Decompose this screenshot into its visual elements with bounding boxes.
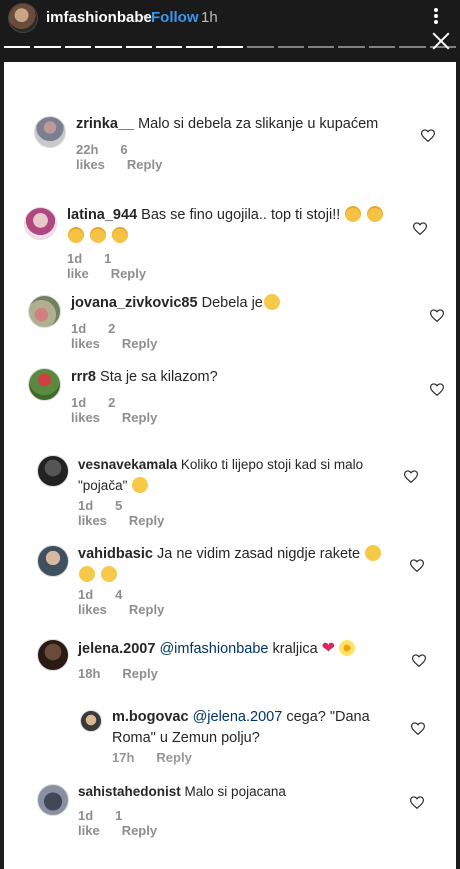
avatar[interactable] bbox=[28, 368, 61, 401]
like-heart-icon[interactable] bbox=[410, 796, 424, 809]
like-heart-icon[interactable] bbox=[411, 722, 425, 735]
comment-time: 17h bbox=[112, 750, 135, 765]
comment-username[interactable]: rrr8 bbox=[71, 369, 96, 385]
reply-button[interactable]: Reply bbox=[111, 266, 146, 281]
comment-username[interactable]: sahistahedonist bbox=[78, 784, 181, 799]
reply-button[interactable]: Reply bbox=[127, 157, 162, 172]
reply-button[interactable]: Reply bbox=[122, 666, 157, 681]
comment-time: 1d bbox=[71, 321, 87, 336]
progress-segment bbox=[186, 46, 213, 48]
comment-username[interactable]: vahidbasic bbox=[78, 546, 153, 562]
progress-segment bbox=[277, 46, 305, 48]
heart-eyes-cat-emoji bbox=[68, 227, 84, 243]
red-heart-emoji: ❤ bbox=[321, 640, 336, 657]
comments-screenshot: zrinka__ Malo si debela za slikanje u ku… bbox=[4, 62, 456, 869]
like-heart-icon[interactable] bbox=[430, 309, 444, 322]
comment-text: Debela je bbox=[201, 295, 263, 311]
like-heart-icon[interactable] bbox=[412, 654, 426, 667]
bottom-fade-overlay bbox=[4, 752, 456, 869]
reply-button[interactable]: Reply bbox=[122, 823, 157, 838]
story-time: 1h bbox=[201, 9, 218, 26]
comment-time: 18h bbox=[78, 666, 101, 681]
comment-time: 1d bbox=[78, 587, 94, 602]
smile-emoji bbox=[365, 545, 382, 561]
progress-segment bbox=[34, 46, 61, 48]
progress-segment bbox=[399, 46, 426, 48]
reply-button[interactable]: Reply bbox=[129, 513, 164, 528]
cat-face-emoji bbox=[345, 206, 362, 222]
comment-mention[interactable]: @imfashionbabe bbox=[159, 641, 268, 657]
reply-button[interactable]: Reply bbox=[122, 336, 157, 351]
comment-text: Bas se fino ugojila.. top ti stoji!! bbox=[141, 207, 341, 223]
follow-button[interactable]: Follow bbox=[151, 9, 199, 26]
progress-segment bbox=[338, 46, 365, 48]
avatar[interactable] bbox=[37, 639, 69, 671]
progress-segment bbox=[64, 46, 92, 48]
avatar[interactable] bbox=[37, 455, 69, 487]
reply-button[interactable]: Reply bbox=[156, 750, 191, 765]
progress-segment bbox=[308, 46, 335, 48]
blossom-emoji bbox=[339, 640, 356, 656]
smile-emoji bbox=[101, 566, 118, 582]
comment-time: 1d bbox=[78, 808, 94, 823]
cat-face-emoji bbox=[367, 206, 384, 222]
like-heart-icon[interactable] bbox=[410, 559, 424, 572]
avatar[interactable] bbox=[28, 295, 61, 328]
progress-segment bbox=[247, 46, 274, 48]
smile-emoji bbox=[79, 566, 95, 582]
comment-time: 1d bbox=[71, 395, 87, 410]
comment-username[interactable]: vesnavekamala bbox=[78, 457, 177, 472]
reply-button[interactable]: Reply bbox=[129, 602, 164, 617]
avatar[interactable] bbox=[37, 784, 69, 816]
comment-mention[interactable]: @jelena.2007 bbox=[193, 709, 283, 725]
comment-time: 1d bbox=[67, 251, 83, 266]
like-heart-icon[interactable] bbox=[413, 222, 427, 235]
heart-eyes-cat-emoji bbox=[112, 227, 129, 243]
reply-button[interactable]: Reply bbox=[122, 410, 157, 425]
comment-username[interactable]: m.bogovac bbox=[112, 709, 189, 725]
separator-dot: • bbox=[143, 9, 149, 26]
avatar[interactable] bbox=[37, 545, 69, 577]
heart-eyes-cat-emoji bbox=[90, 227, 107, 243]
story-progress-bar bbox=[4, 46, 457, 48]
like-heart-icon[interactable] bbox=[421, 129, 435, 142]
comment-text: Malo si debela za slikanje u kupaćem bbox=[138, 116, 379, 132]
story-header: imfashionbabe • Follow 1h bbox=[0, 0, 460, 62]
comment-text: Ja ne vidim zasad nigdje rakete bbox=[156, 546, 361, 562]
more-options-icon[interactable] bbox=[426, 6, 446, 28]
smirk-emoji bbox=[263, 294, 280, 310]
comment-time: 1d bbox=[78, 498, 94, 513]
progress-segment bbox=[125, 46, 153, 48]
comment-text: Sta je sa kilazom? bbox=[100, 369, 218, 385]
comment-text: Malo si pojacana bbox=[184, 784, 286, 799]
avatar[interactable] bbox=[24, 207, 57, 240]
progress-segment bbox=[368, 46, 396, 48]
progress-segment bbox=[95, 46, 122, 48]
avatar[interactable] bbox=[80, 710, 102, 732]
like-heart-icon[interactable] bbox=[430, 383, 444, 396]
story-username[interactable]: imfashionbabe bbox=[46, 9, 152, 26]
progress-segment bbox=[429, 46, 457, 48]
close-icon[interactable] bbox=[430, 30, 452, 52]
like-heart-icon[interactable] bbox=[404, 470, 418, 483]
comment-username[interactable]: latina_944 bbox=[67, 207, 137, 223]
comment-text: kraljica bbox=[272, 641, 318, 657]
comment-username[interactable]: zrinka__ bbox=[76, 116, 134, 132]
comment-username[interactable]: jelena.2007 bbox=[78, 641, 155, 657]
smirk-emoji bbox=[132, 477, 149, 493]
avatar[interactable] bbox=[34, 116, 66, 148]
progress-segment bbox=[4, 46, 31, 48]
progress-segment bbox=[156, 46, 183, 48]
comment-username[interactable]: jovana_zivkovic85 bbox=[71, 295, 198, 311]
progress-segment bbox=[216, 46, 244, 48]
profile-avatar[interactable] bbox=[8, 3, 38, 33]
comment-time: 22h bbox=[76, 142, 99, 157]
